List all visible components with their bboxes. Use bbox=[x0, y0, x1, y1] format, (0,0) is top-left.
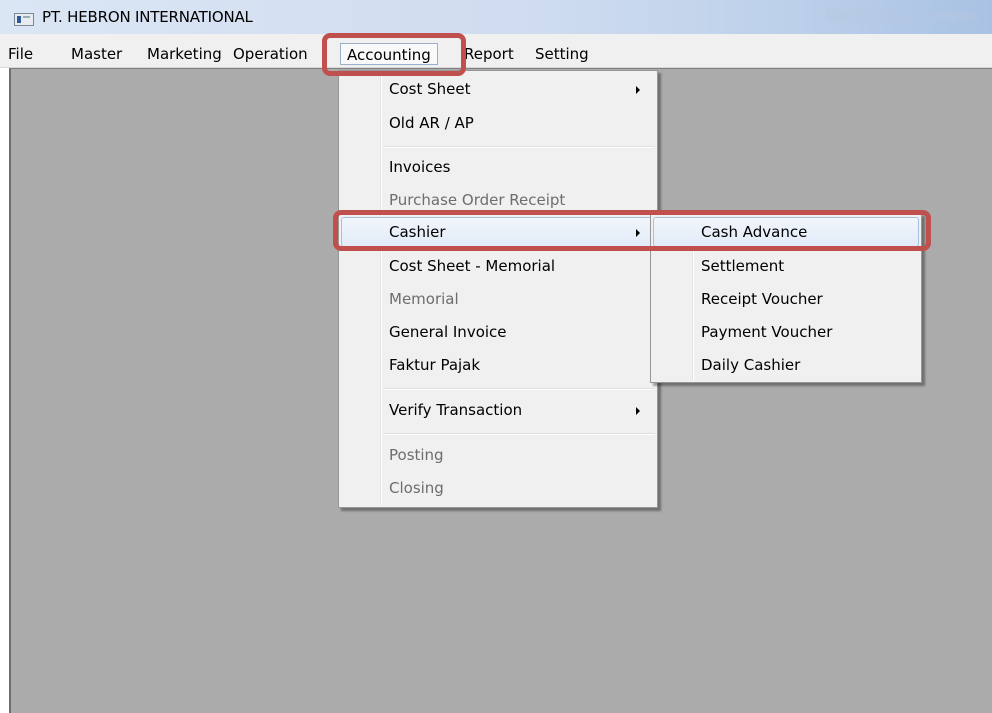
accounting-dropdown: Cost Sheet Old AR / AP Invoices Purchase… bbox=[338, 70, 658, 508]
menu-item-label: Invoices bbox=[389, 158, 451, 176]
menu-item-invoices[interactable]: Invoices bbox=[341, 152, 655, 182]
annotation-cashier-highlight bbox=[333, 210, 931, 251]
window-title-extra: MASTERFHL (Compan bbox=[826, 9, 979, 25]
menu-item-closing: Closing bbox=[341, 473, 655, 503]
menu-item-label: Receipt Voucher bbox=[701, 290, 823, 308]
menu-report[interactable]: Report bbox=[464, 45, 516, 63]
menu-item-label: Posting bbox=[389, 446, 444, 464]
menu-item-label: Cost Sheet bbox=[389, 80, 471, 98]
menu-item-label: Old AR / AP bbox=[389, 114, 474, 132]
app-icon[interactable] bbox=[14, 13, 34, 26]
menu-item-label: Daily Cashier bbox=[701, 356, 801, 374]
menu-item-label: Faktur Pajak bbox=[389, 356, 481, 374]
menu-item-label: General Invoice bbox=[389, 323, 507, 341]
submenu-arrow-icon bbox=[636, 407, 640, 415]
menu-item-cost-sheet-memorial[interactable]: Cost Sheet - Memorial bbox=[341, 251, 655, 281]
menu-item-label: Cost Sheet - Memorial bbox=[389, 257, 556, 275]
menu-marketing[interactable]: Marketing bbox=[147, 45, 222, 63]
title-bar[interactable]: PT. HEBRON INTERNATIONAL MASTERFHL (Comp… bbox=[0, 0, 992, 34]
menu-item-memorial: Memorial bbox=[341, 284, 655, 314]
menu-file[interactable]: File bbox=[8, 45, 33, 63]
menu-item-general-invoice[interactable]: General Invoice bbox=[341, 317, 655, 347]
menu-operation[interactable]: Operation bbox=[233, 45, 318, 63]
menu-separator bbox=[383, 433, 654, 435]
menu-item-settlement[interactable]: Settlement bbox=[653, 251, 919, 281]
menu-item-receipt-voucher[interactable]: Receipt Voucher bbox=[653, 284, 919, 314]
menu-setting[interactable]: Setting bbox=[535, 45, 589, 63]
submenu-arrow-icon bbox=[636, 86, 640, 94]
menu-item-label: Memorial bbox=[389, 290, 459, 308]
menu-item-label: Closing bbox=[389, 479, 444, 497]
window-title: PT. HEBRON INTERNATIONAL bbox=[42, 8, 253, 26]
menu-item-daily-cashier[interactable]: Daily Cashier bbox=[653, 350, 919, 380]
menu-separator bbox=[383, 388, 654, 390]
menu-item-label: Verify Transaction bbox=[389, 401, 523, 419]
menu-item-faktur-pajak[interactable]: Faktur Pajak bbox=[341, 350, 655, 380]
menu-item-verify-transaction[interactable]: Verify Transaction bbox=[341, 395, 655, 425]
menu-master[interactable]: Master bbox=[71, 45, 122, 63]
menu-item-label: Purchase Order Receipt bbox=[389, 191, 566, 209]
menu-bar: File Master Marketing Operation Accounti… bbox=[0, 34, 992, 68]
menu-item-label: Payment Voucher bbox=[701, 323, 833, 341]
annotation-accounting-highlight bbox=[322, 33, 466, 76]
menu-separator bbox=[383, 146, 654, 148]
menu-item-label: Settlement bbox=[701, 257, 785, 275]
menu-item-old-ar-ap[interactable]: Old AR / AP bbox=[341, 108, 655, 138]
menu-item-posting: Posting bbox=[341, 440, 655, 470]
menu-item-payment-voucher[interactable]: Payment Voucher bbox=[653, 317, 919, 347]
menu-item-cost-sheet[interactable]: Cost Sheet bbox=[341, 74, 655, 104]
